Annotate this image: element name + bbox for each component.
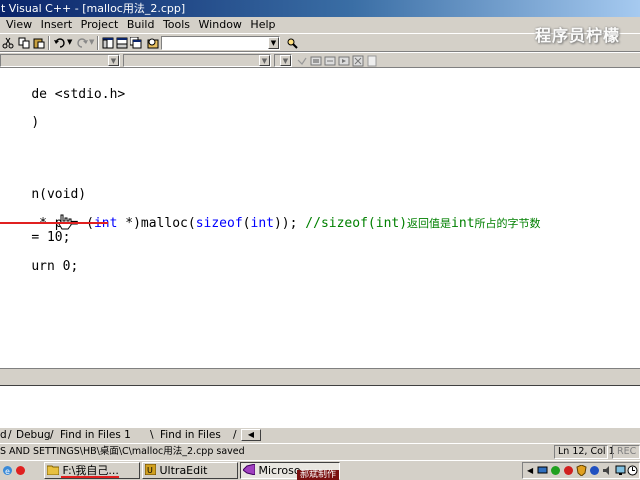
action-icon[interactable] <box>296 55 308 67</box>
members-combo[interactable]: ▼ <box>274 54 292 67</box>
ie-icon[interactable]: e <box>2 465 13 476</box>
code-line-3: n(void) <box>31 187 87 202</box>
network-icon[interactable] <box>537 465 548 476</box>
title-bar: t Visual C++ - [malloc用法_2.cpp] <box>0 0 640 17</box>
ultraedit-icon: U <box>144 463 157 476</box>
output-pane <box>0 368 640 430</box>
clock-icon[interactable] <box>627 465 638 476</box>
antivirus-icon[interactable] <box>589 465 600 476</box>
watermark: 程序员柠檬 <box>534 26 620 45</box>
redo-dropdown-icon[interactable]: ▼ <box>89 38 94 46</box>
menu-build[interactable]: Build <box>127 18 155 31</box>
status-bar: S AND SETTINGS\HB\桌面\C\malloc用法_2.cpp sa… <box>0 443 640 460</box>
code-line-4: * p = (int *)malloc(sizeof(int)); //size… <box>39 216 541 231</box>
svg-text:U: U <box>147 466 153 475</box>
tab-find-in-files[interactable]: Find in Files <box>160 428 221 442</box>
credit-label: 郝斌制作 <box>297 470 340 480</box>
output-area[interactable] <box>0 385 640 429</box>
annotation-underline-taskbar <box>61 476 119 478</box>
folder-icon <box>46 465 60 476</box>
tab-build[interactable]: d <box>0 428 7 442</box>
code-line-2: ) <box>31 115 40 130</box>
build-icon[interactable] <box>310 55 322 67</box>
go-icon[interactable] <box>352 55 364 67</box>
search-icon[interactable] <box>286 37 298 49</box>
wizard-toolbar: ▼ ▼ ▼ <box>0 52 640 68</box>
cut-icon[interactable] <box>2 37 14 49</box>
annotation-underline <box>0 222 108 224</box>
paste-icon[interactable] <box>33 37 45 49</box>
execute-icon[interactable] <box>338 55 350 67</box>
rec-indicator: REC <box>612 445 640 459</box>
output-tabs: d / Debug / Find in Files 1 \ Find in Fi… <box>0 428 640 443</box>
menu-tools[interactable]: Tools <box>163 18 190 31</box>
menu-insert[interactable]: Insert <box>41 18 73 31</box>
task-ultraedit-label: UltraEdit <box>159 464 208 477</box>
task-ultraedit[interactable]: U UltraEdit <box>142 462 238 479</box>
undo-dropdown-icon[interactable]: ▼ <box>67 38 72 46</box>
visual-studio-icon <box>242 463 256 476</box>
code-line-6: urn 0; <box>31 259 79 274</box>
tab-find-in-files-1[interactable]: Find in Files 1 <box>60 428 131 442</box>
class-combo[interactable]: ▼ <box>0 54 120 67</box>
output-icon[interactable] <box>116 37 128 49</box>
chevron-down-icon[interactable]: ▼ <box>280 55 291 66</box>
system-tray: ◀ <box>522 462 640 479</box>
copy-icon[interactable] <box>18 37 30 49</box>
tab-scroll-left-icon[interactable]: ◀ <box>241 429 261 441</box>
tab-debug[interactable]: Debug <box>16 428 51 442</box>
display-icon[interactable] <box>615 465 626 476</box>
code-editor[interactable]: de <stdio.h> ) n(void) * p = (int *)mall… <box>0 68 640 368</box>
undo-icon[interactable] <box>53 37 67 49</box>
tray-expand-icon[interactable]: ◀ <box>527 466 533 475</box>
chevron-down-icon[interactable]: ▼ <box>108 55 119 66</box>
green-status-icon[interactable] <box>550 465 561 476</box>
compile-icon[interactable] <box>324 55 336 67</box>
shield-icon[interactable] <box>576 465 587 476</box>
filter-combo[interactable]: ▼ <box>123 54 271 67</box>
volume-icon[interactable] <box>602 465 613 476</box>
menu-view[interactable]: View <box>6 18 32 31</box>
workspace-icon[interactable] <box>102 37 114 49</box>
menu-window[interactable]: Window <box>199 18 242 31</box>
chevron-down-icon[interactable]: ▼ <box>268 37 279 49</box>
code-line-1: de <stdio.h> <box>31 87 126 102</box>
redo-icon[interactable] <box>75 37 89 49</box>
svg-text:e: e <box>5 467 10 476</box>
find-in-files-icon[interactable] <box>147 37 159 49</box>
breakpoint-icon[interactable] <box>366 55 378 67</box>
menu-help[interactable]: Help <box>250 18 275 31</box>
window-list-icon[interactable] <box>130 37 142 49</box>
menu-project[interactable]: Project <box>81 18 119 31</box>
chevron-down-icon[interactable]: ▼ <box>259 55 270 66</box>
find-combo[interactable]: ▼ <box>161 36 280 50</box>
window-title: t Visual C++ - [malloc用法_2.cpp] <box>1 2 186 15</box>
status-message: S AND SETTINGS\HB\桌面\C\malloc用法_2.cpp sa… <box>0 446 245 457</box>
cursor-position: Ln 12, Col 1 <box>554 445 615 459</box>
record-icon[interactable] <box>15 465 26 476</box>
red-status-icon[interactable] <box>563 465 574 476</box>
